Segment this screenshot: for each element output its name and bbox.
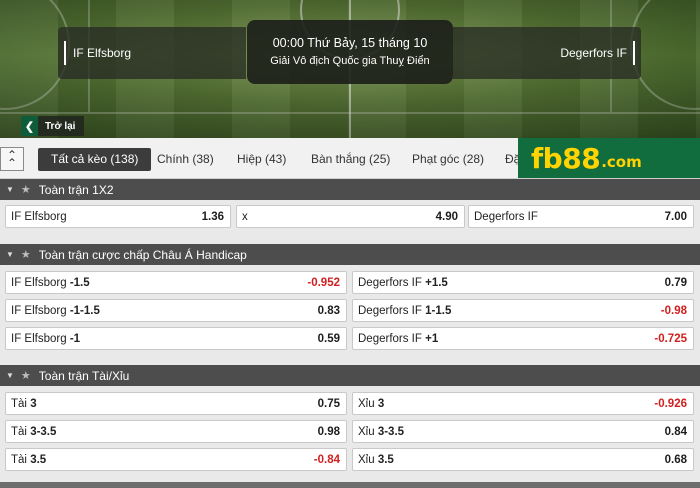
- odds-price: 0.59: [317, 332, 340, 345]
- away-team-name: Degerfors IF: [560, 46, 627, 60]
- tab-all[interactable]: Tất cả kèo (138): [38, 148, 152, 171]
- collapse-caret-icon: ▼: [6, 371, 14, 380]
- selection-name: Degerfors IF: [474, 210, 538, 223]
- odds-price: 0.98: [317, 425, 340, 438]
- collapse-caret-icon: ▼: [6, 250, 14, 259]
- odds-price: -0.725: [654, 332, 687, 345]
- selection-name: Tài 3.5: [11, 453, 47, 466]
- odds-button[interactable]: IF Elfsborg 1.36: [5, 205, 231, 228]
- fb88-logo: fb88 .com: [518, 138, 700, 178]
- odds-price: 0.79: [664, 276, 687, 289]
- odds-price: 0.68: [664, 453, 687, 466]
- odds-button[interactable]: Tài 3 0.75: [5, 392, 347, 415]
- odds-price: -0.98: [660, 304, 687, 317]
- selection-name: Xỉu 3.5: [358, 453, 394, 466]
- market-header-overunder[interactable]: ▼ ★ Toàn trận Tài/Xỉu: [0, 365, 700, 386]
- back-button[interactable]: ❮ Trở lại: [21, 116, 85, 136]
- collapse-all-button[interactable]: ⌃ ⌃: [0, 147, 24, 171]
- selection-name: IF Elfsborg -1: [11, 332, 81, 345]
- odds-button[interactable]: Xỉu 3-3.5 0.84: [352, 420, 694, 443]
- market-title: Toàn trận Tài/Xỉu: [38, 368, 130, 383]
- tab-main[interactable]: Chính (38): [157, 148, 214, 171]
- odds-button[interactable]: Xỉu 3 -0.926: [352, 392, 694, 415]
- odds-price: 0.75: [317, 397, 340, 410]
- market-header-handicap[interactable]: ▼ ★ Toàn trận cược chấp Châu Á Handicap: [0, 244, 700, 265]
- selection-name: IF Elfsborg: [11, 210, 67, 223]
- odds-price: -0.84: [313, 453, 340, 466]
- selection-name: Degerfors IF +1.5: [358, 276, 448, 289]
- back-button-label: Trở lại: [45, 120, 76, 132]
- logo-suffix: .com: [601, 153, 642, 171]
- away-team-bar: Degerfors IF: [453, 27, 641, 79]
- double-chevron-up-icon: ⌃ ⌃: [6, 148, 18, 170]
- odds-button[interactable]: Degerfors IF 1-1.5 -0.98: [352, 299, 694, 322]
- odds-price: 4.90: [435, 210, 458, 223]
- selection-name: Tài 3: [11, 397, 37, 410]
- odds-button[interactable]: x 4.90: [236, 205, 465, 228]
- selection-name: Xỉu 3: [358, 397, 385, 410]
- odds-button[interactable]: Degerfors IF +1.5 0.79: [352, 271, 694, 294]
- odds-price: 0.84: [664, 425, 687, 438]
- odds-price: 7.00: [664, 210, 687, 223]
- odds-price: -0.952: [307, 276, 340, 289]
- collapse-caret-icon: ▼: [6, 185, 14, 194]
- next-market-header-edge: [0, 482, 700, 488]
- home-team-name: IF Elfsborg: [73, 46, 132, 60]
- selection-name: IF Elfsborg -1-1.5: [11, 304, 100, 317]
- odds-button[interactable]: Degerfors IF 7.00: [468, 205, 694, 228]
- odds-price: -0.926: [654, 397, 687, 410]
- selection-name: x: [242, 210, 248, 223]
- match-info: 00:00 Thứ Bảy, 15 tháng 10 Giải Vô địch …: [247, 20, 453, 84]
- market-title: Toàn trận cược chấp Châu Á Handicap: [38, 247, 247, 262]
- odds-button[interactable]: Tài 3.5 -0.84: [5, 448, 347, 471]
- market-title: Toàn trận 1X2: [38, 182, 114, 197]
- favorite-star-icon[interactable]: ★: [21, 248, 31, 261]
- tab-corners[interactable]: Phạt góc (28): [412, 148, 484, 171]
- selection-name: Xỉu 3-3.5: [358, 425, 405, 438]
- odds-button[interactable]: IF Elfsborg -1 0.59: [5, 327, 347, 350]
- selection-name: IF Elfsborg -1.5: [11, 276, 90, 289]
- match-datetime: 00:00 Thứ Bảy, 15 tháng 10: [272, 36, 428, 50]
- odds-button[interactable]: IF Elfsborg -1-1.5 0.83: [5, 299, 347, 322]
- chevron-left-icon: ❮: [21, 116, 38, 136]
- odds-button[interactable]: Degerfors IF +1 -0.725: [352, 327, 694, 350]
- home-team-bar: IF Elfsborg: [58, 27, 246, 79]
- selection-name: Degerfors IF +1: [358, 332, 439, 345]
- favorite-star-icon[interactable]: ★: [21, 183, 31, 196]
- tab-half[interactable]: Hiệp (43): [237, 148, 286, 171]
- odds-button[interactable]: Xỉu 3.5 0.68: [352, 448, 694, 471]
- logo-main: fb88: [531, 141, 601, 175]
- home-team-marker: [64, 41, 66, 65]
- odds-price: 1.36: [201, 210, 224, 223]
- selection-name: Tài 3-3.5: [11, 425, 57, 438]
- odds-button[interactable]: IF Elfsborg -1.5 -0.952: [5, 271, 347, 294]
- favorite-star-icon[interactable]: ★: [21, 369, 31, 382]
- selection-name: Degerfors IF 1-1.5: [358, 304, 452, 317]
- match-league: Giải Vô địch Quốc gia Thuỵ Điển: [270, 55, 430, 67]
- odds-button[interactable]: Tài 3-3.5 0.98: [5, 420, 347, 443]
- away-team-marker: [633, 41, 635, 65]
- tab-goals[interactable]: Bàn thắng (25): [311, 148, 390, 171]
- odds-price: 0.83: [317, 304, 340, 317]
- market-header-1x2[interactable]: ▼ ★ Toàn trận 1X2: [0, 179, 700, 200]
